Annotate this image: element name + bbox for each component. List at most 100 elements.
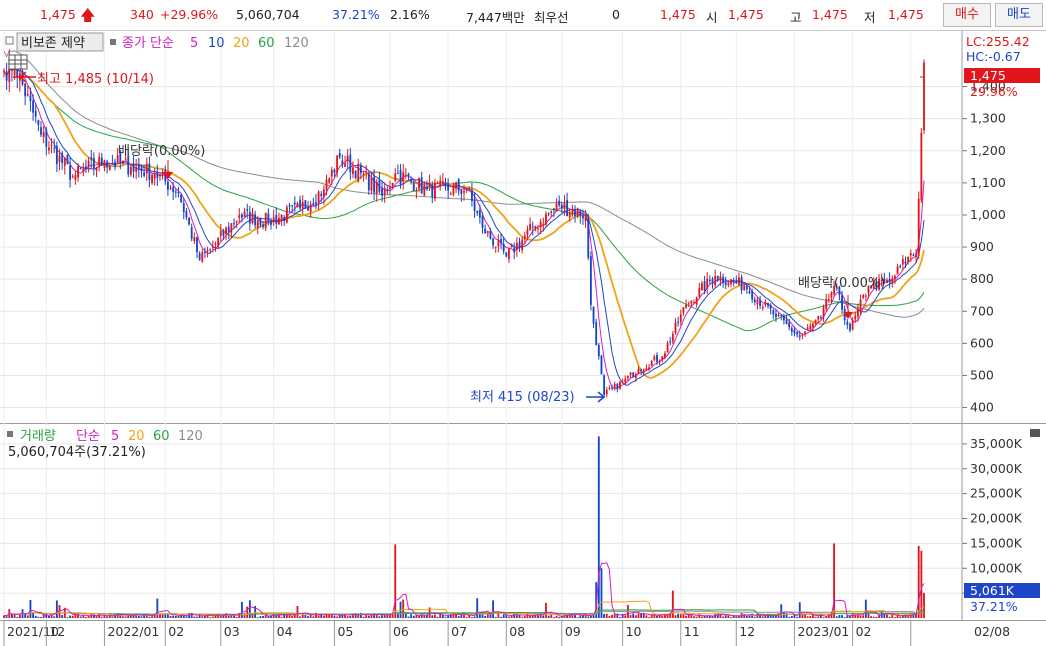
candle-body <box>849 323 851 331</box>
volume-bar <box>917 545 920 618</box>
candle-body <box>320 193 323 197</box>
candle-body <box>640 369 643 372</box>
volume-tick-label: 10,000K <box>970 560 1023 575</box>
volume-bar <box>661 615 664 618</box>
candle-body <box>359 165 362 174</box>
candle-body <box>690 300 693 304</box>
candle-body <box>193 237 196 242</box>
volume-bar <box>412 615 415 618</box>
candle-body <box>278 217 280 225</box>
volume-bar <box>671 590 674 618</box>
candle-body <box>225 227 227 235</box>
candle-body <box>196 237 198 253</box>
volume-bar <box>685 615 687 618</box>
candle-body <box>444 184 447 186</box>
candle-body <box>738 277 740 285</box>
candle-body <box>103 160 106 169</box>
candle-body <box>423 184 426 196</box>
candle-body <box>3 70 5 72</box>
candle-body <box>685 304 687 308</box>
candle-body <box>336 155 339 173</box>
volume-bar <box>523 615 526 618</box>
candle-body <box>407 173 410 177</box>
candle-body <box>217 237 220 247</box>
candle-body <box>796 332 799 335</box>
candle-body <box>148 163 151 180</box>
candle-body <box>767 303 769 307</box>
candle-body <box>769 304 772 309</box>
candle-body <box>545 213 547 225</box>
candle-body <box>502 243 505 252</box>
volume-bar <box>856 615 859 618</box>
volume-bar <box>888 616 891 618</box>
volume-bar <box>473 616 476 618</box>
volume-bar <box>304 615 307 618</box>
candle-body <box>825 299 828 309</box>
candle-body <box>299 199 302 209</box>
sell-button[interactable]: 매도 <box>995 3 1043 27</box>
candle-body <box>87 160 90 167</box>
candle-body <box>219 230 222 236</box>
candle-body <box>677 321 680 323</box>
candle-body <box>452 185 455 195</box>
candle-body <box>322 189 325 197</box>
volume-bar <box>603 613 606 618</box>
candle-body <box>550 211 553 213</box>
volume-tick-label: 35,000K <box>970 436 1023 451</box>
candle-body <box>180 194 183 203</box>
candle-body <box>185 211 188 218</box>
volume-bar <box>211 616 214 618</box>
up-arrow-icon: 🡅 <box>80 6 96 24</box>
volume-bar <box>682 614 685 618</box>
candle-body <box>608 388 611 390</box>
candle-body <box>909 253 912 256</box>
volume-bar <box>502 614 505 618</box>
time-tick-label: 04 <box>277 624 293 639</box>
volume-bar <box>275 615 278 618</box>
table-icon[interactable] <box>8 54 28 70</box>
volume-bar <box>547 615 550 618</box>
volume-bar <box>730 617 732 619</box>
candle-body <box>399 170 402 184</box>
price-tick-label: 800 <box>970 271 994 286</box>
volume-bar <box>555 615 558 618</box>
candle-body <box>143 172 146 176</box>
candle-body <box>45 129 48 147</box>
candle-body <box>71 176 74 178</box>
volume-bar <box>378 616 381 618</box>
candle-body <box>367 173 370 191</box>
candle-body <box>100 157 103 165</box>
candle-body <box>285 207 288 223</box>
candle-body <box>841 295 843 310</box>
candle-body <box>48 147 50 151</box>
candle-body <box>328 178 331 183</box>
candle-body <box>587 217 590 258</box>
candle-body <box>383 188 386 196</box>
candle-body <box>669 341 672 343</box>
candle-body <box>563 203 566 210</box>
volume-tick-label: 25,000K <box>970 486 1023 501</box>
volume-bar <box>693 616 695 618</box>
candle-body <box>156 172 159 179</box>
candle-body <box>69 165 72 180</box>
candle-body <box>420 177 423 194</box>
panel-collapse-icon[interactable] <box>1030 429 1040 437</box>
candle-body <box>151 174 153 184</box>
candle-body <box>851 320 854 330</box>
volume-bar <box>695 616 698 618</box>
volume-bar <box>597 436 600 618</box>
candle-body <box>312 203 315 206</box>
buy-button[interactable]: 매수 <box>943 3 991 27</box>
volume-bar <box>55 600 58 618</box>
candle-body <box>74 174 77 180</box>
candle-body <box>307 207 309 211</box>
candle-body <box>325 179 328 190</box>
low-price: 1,475 <box>888 7 924 22</box>
candle-body <box>637 369 640 374</box>
stock-name: 비보존 제약 <box>21 36 85 51</box>
volume-bar <box>468 615 471 618</box>
candle-body <box>552 208 555 210</box>
volume-bar <box>893 617 896 619</box>
candle-body <box>703 281 706 291</box>
volume-bar <box>859 615 862 618</box>
